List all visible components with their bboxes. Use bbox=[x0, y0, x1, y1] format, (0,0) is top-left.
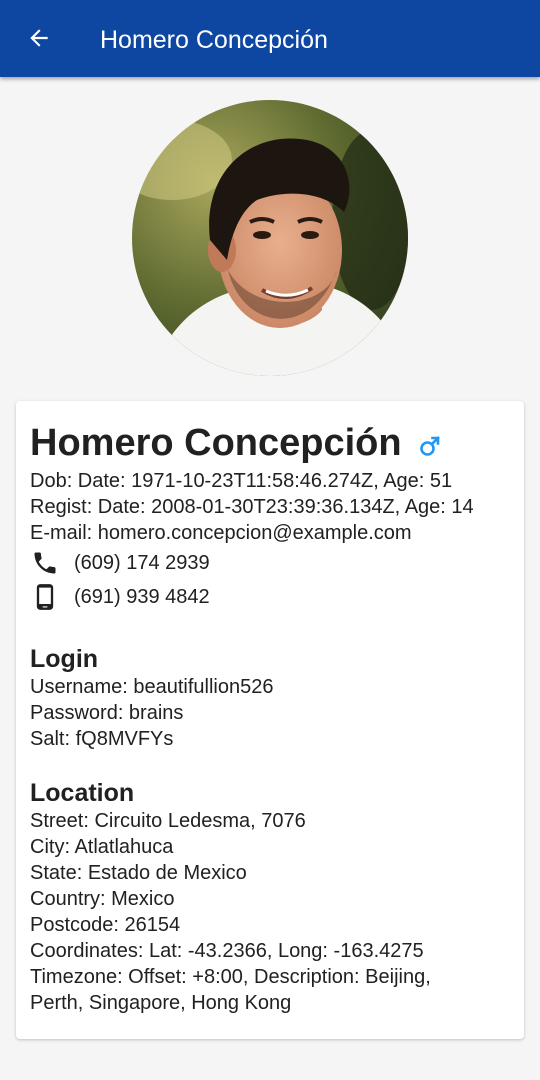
back-button[interactable] bbox=[20, 19, 58, 57]
registered-text: Regist: Date: 2008-01-30T23:39:36.134Z, … bbox=[30, 496, 474, 518]
timezone-text: Timezone: Offset: +8:00, Description: Be… bbox=[30, 966, 431, 988]
login-heading: Login bbox=[30, 645, 99, 673]
salt-text: Salt: fQ8MVFYs bbox=[30, 728, 174, 750]
street-text: Street: Circuito Ledesma, 7076 bbox=[30, 810, 306, 832]
phone-icon bbox=[30, 548, 60, 578]
cell-number: (691) 939 4842 bbox=[74, 586, 210, 608]
phone-number: (609) 174 2939 bbox=[74, 552, 210, 574]
arrow-back-icon bbox=[30, 29, 48, 47]
user-name: Homero Concepción bbox=[30, 422, 402, 464]
username-text: Username: beautifullion526 bbox=[30, 676, 274, 698]
state-text: State: Estado de Mexico bbox=[30, 862, 247, 884]
city-text: City: Atlatlahuca bbox=[30, 836, 174, 858]
name-row: Homero Concepción bbox=[30, 418, 510, 468]
smartphone-icon bbox=[30, 582, 60, 612]
password-text: Password: brains bbox=[30, 702, 184, 724]
male-icon bbox=[419, 436, 440, 456]
country-text: Country: Mexico bbox=[30, 888, 175, 910]
dob-text: Dob: Date: 1971-10-23T11:58:46.274Z, Age… bbox=[30, 470, 453, 492]
cell-row: (691) 939 4842 bbox=[30, 580, 510, 614]
phone-row: (609) 174 2939 bbox=[30, 546, 510, 580]
email-text: E-mail: homero.concepcion@example.com bbox=[30, 522, 412, 544]
page-title: Homero Concepción bbox=[100, 26, 328, 54]
timezone-text-continued: Perth, Singapore, Hong Kong bbox=[30, 992, 292, 1014]
app-bar: Homero Concepción bbox=[0, 0, 540, 77]
avatar bbox=[132, 100, 408, 376]
profile-card: Homero Concepción Dob: Date: 1971-10-23T… bbox=[16, 401, 524, 1039]
coordinates-text: Coordinates: Lat: -43.2366, Long: -163.4… bbox=[30, 940, 424, 962]
postcode-text: Postcode: 26154 bbox=[30, 914, 181, 936]
location-heading: Location bbox=[30, 779, 135, 807]
